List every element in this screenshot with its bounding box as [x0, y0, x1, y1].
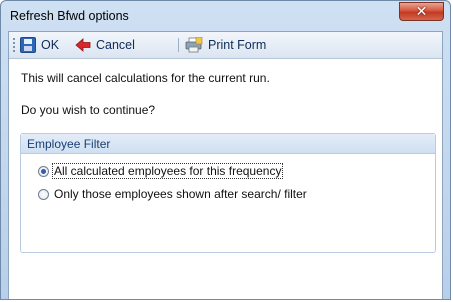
- group-header: Employee Filter: [21, 134, 435, 154]
- cancel-message: This will cancel calculations for the cu…: [21, 71, 270, 85]
- dialog-window: Refresh Bfwd options ✕ OK Cancel Print F…: [0, 0, 451, 300]
- close-icon: ✕: [415, 3, 428, 19]
- cancel-button[interactable]: Cancel: [75, 35, 135, 55]
- ok-label: OK: [41, 38, 60, 52]
- toolbar-separator: [178, 38, 179, 52]
- print-form-icon: [185, 37, 203, 53]
- toolbar: OK Cancel Print Form: [9, 32, 442, 59]
- cancel-label: Cancel: [96, 38, 135, 52]
- radio-filtered-employees[interactable]: Only those employees shown after search/…: [38, 187, 308, 201]
- print-form-button[interactable]: Print Form: [185, 35, 266, 55]
- radio-all-employees[interactable]: All calculated employees for this freque…: [38, 163, 284, 179]
- print-form-label: Print Form: [208, 38, 267, 52]
- dialog-title: Refresh Bfwd options: [10, 9, 129, 23]
- back-arrow-icon: [75, 38, 91, 52]
- dialog-body: OK Cancel Print Form This will cancel ca…: [8, 31, 443, 299]
- ok-button[interactable]: OK: [20, 35, 59, 55]
- title-bar[interactable]: Refresh Bfwd options ✕: [1, 1, 450, 31]
- toolbar-grip[interactable]: [13, 38, 15, 52]
- radio-label: Only those employees shown after search/…: [54, 187, 307, 201]
- radio-button[interactable]: [38, 188, 49, 200]
- confirm-question: Do you wish to continue?: [21, 103, 156, 117]
- employee-filter-group: Employee Filter All calculated employees…: [20, 133, 436, 253]
- radio-label: All calculated employees for this freque…: [51, 163, 284, 179]
- radio-button-selected[interactable]: [38, 165, 49, 177]
- close-button[interactable]: ✕: [399, 2, 444, 21]
- dialog-content: This will cancel calculations for the cu…: [9, 59, 442, 299]
- group-title: Employee Filter: [27, 137, 111, 151]
- save-icon: [20, 37, 36, 53]
